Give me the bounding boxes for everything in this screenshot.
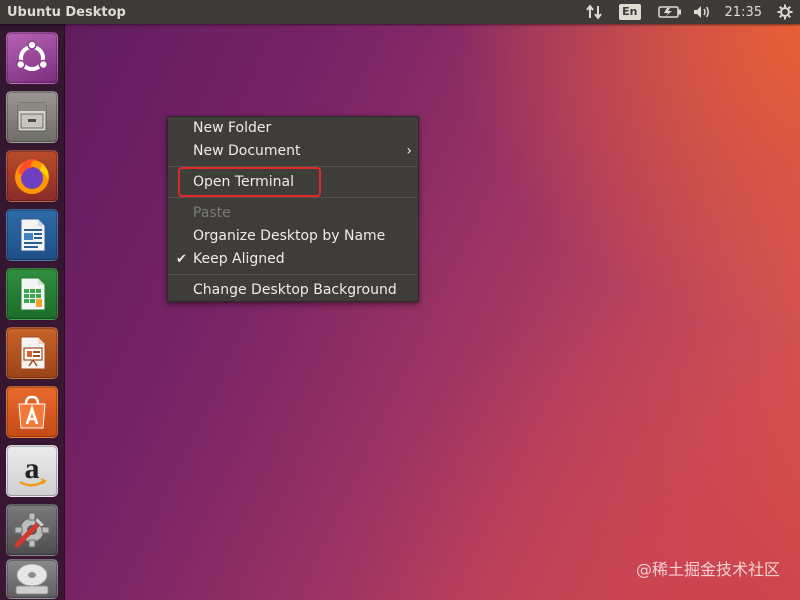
launcher-item-libreoffice-impress[interactable] [6, 327, 58, 379]
watermark-text: @稀土掘金技术社区 [635, 560, 780, 579]
menu-item-paste: Paste [168, 202, 418, 225]
menu-item-organize-desktop-by-name[interactable]: Organize Desktop by Name [168, 225, 418, 248]
amazon-icon: a [19, 452, 47, 487]
menu-item-label: Keep Aligned [193, 251, 285, 267]
launcher-item-libreoffice-writer[interactable] [6, 209, 58, 261]
optical-disc-icon [15, 563, 49, 595]
annotation-highlight-box [178, 167, 321, 197]
ubuntu-software-icon [18, 395, 46, 429]
firefox-icon [15, 158, 49, 194]
launcher-item-firefox[interactable] [6, 150, 58, 202]
launcher-item-amazon[interactable]: a [6, 445, 58, 497]
ubuntu-logo-icon [15, 40, 49, 71]
desktop[interactable]: Ubuntu Desktop En 21:35 a New Folder New… [0, 0, 800, 600]
keyboard-language-indicator[interactable]: En [619, 0, 641, 24]
launcher-item-ubuntu-software[interactable] [6, 386, 58, 438]
menu-item-new-folder[interactable]: New Folder [168, 117, 418, 140]
clock[interactable]: 21:35 [725, 0, 762, 24]
battery-icon[interactable] [657, 0, 683, 24]
svg-text:a: a [25, 452, 40, 485]
launcher-item-dash[interactable] [6, 32, 58, 84]
top-panel: Ubuntu Desktop En 21:35 [0, 0, 800, 24]
network-arrows-icon [586, 4, 602, 20]
menu-item-label: Organize Desktop by Name [193, 228, 386, 244]
checkmark-icon: ✔ [176, 252, 187, 267]
menu-item-label: New Document [193, 143, 301, 159]
libreoffice-impress-icon [20, 336, 46, 370]
libreoffice-calc-icon [20, 277, 46, 311]
session-gear-icon[interactable] [776, 0, 794, 24]
files-icon [17, 102, 47, 132]
menu-separator [169, 274, 417, 275]
chevron-right-icon: › [406, 143, 412, 159]
libreoffice-writer-icon [20, 218, 46, 252]
menu-item-keep-aligned[interactable]: ✔ Keep Aligned [168, 248, 418, 271]
menu-item-label: Change Desktop Background [193, 282, 397, 298]
menu-item-new-document[interactable]: New Document › [168, 140, 418, 163]
volume-icon[interactable] [691, 0, 713, 24]
desktop-context-menu: New Folder New Document › Open Terminal … [167, 116, 419, 302]
menu-item-change-desktop-background[interactable]: Change Desktop Background [168, 279, 418, 302]
menu-separator [169, 197, 417, 198]
menu-item-label: Paste [193, 205, 231, 221]
launcher: a [0, 24, 65, 600]
indicator-area: En 21:35 [583, 0, 800, 24]
launcher-item-system-settings[interactable] [6, 504, 58, 556]
menu-item-label: New Folder [193, 120, 272, 136]
launcher-item-files[interactable] [6, 91, 58, 143]
launcher-item-optical-drive[interactable] [6, 559, 58, 599]
network-icon[interactable] [583, 0, 605, 24]
launcher-item-libreoffice-calc[interactable] [6, 268, 58, 320]
window-title: Ubuntu Desktop [7, 4, 126, 20]
system-settings-icon [14, 512, 50, 548]
language-label: En [619, 4, 641, 20]
